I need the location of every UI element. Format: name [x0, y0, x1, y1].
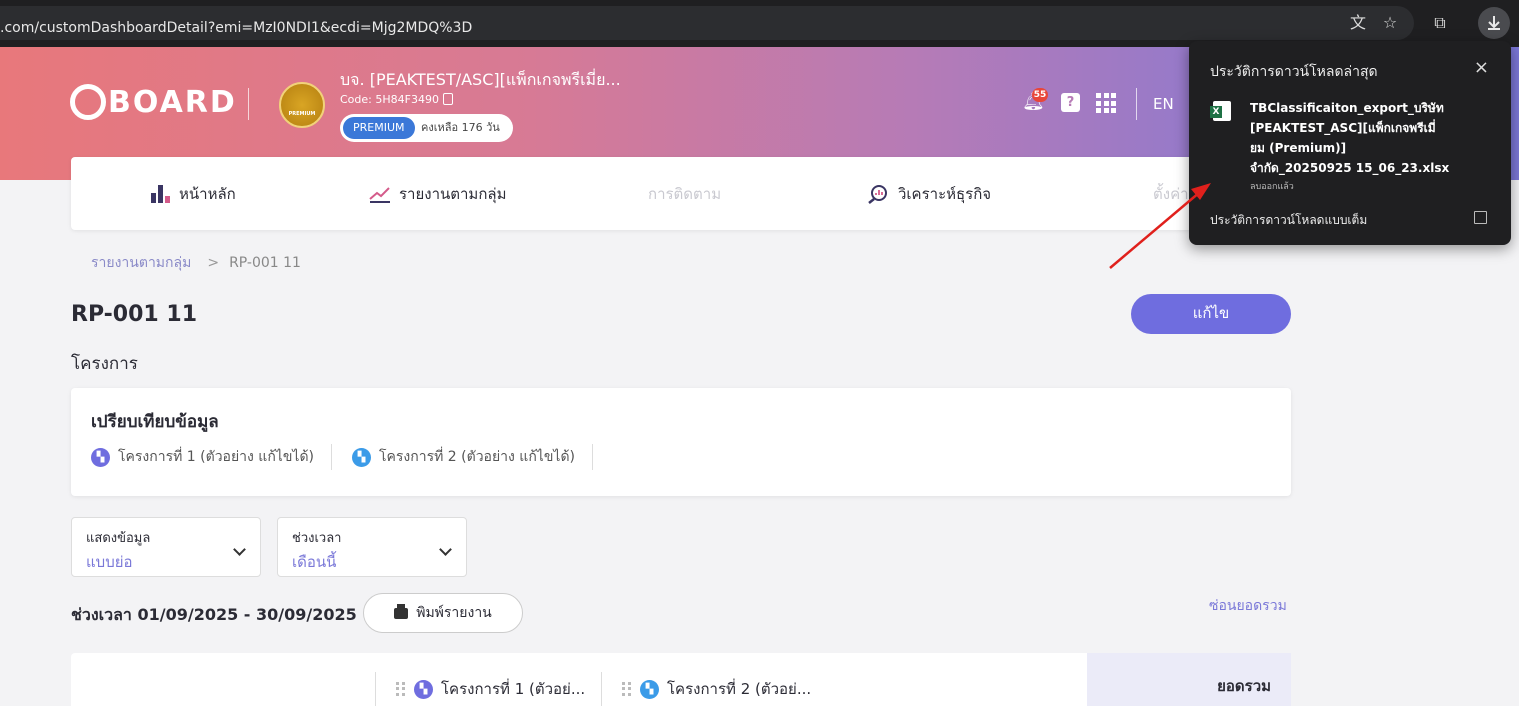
- period-select-label: ช่วงเวลา: [292, 531, 342, 546]
- report-table: ▚ โครงการที่ 1 (ตัวอย่... ▚ โครงการที่ 2…: [71, 653, 1291, 706]
- compare-title: เปรียบเทียบข้อมูล: [91, 412, 219, 432]
- project-icon: ▚: [91, 447, 110, 467]
- table-column-header[interactable]: ▚ โครงการที่ 1 (ตัวอย่...: [396, 673, 585, 705]
- nav-item-settings[interactable]: ตั้งค่า: [1153, 157, 1189, 230]
- translate-icon[interactable]: 文: [1346, 11, 1370, 35]
- drag-handle-icon[interactable]: [396, 682, 406, 696]
- project-icon: ▚: [352, 447, 371, 467]
- download-file-status: ลบออกแล้ว: [1250, 182, 1294, 192]
- download-history-popup: ประวัติการดาวน์โหลดล่าสุด × X TBClassifi…: [1189, 41, 1511, 245]
- header-divider-2: [1136, 88, 1137, 120]
- display-select-value: แบบย่อ: [86, 553, 133, 571]
- project-label: โครงการที่ 1 (ตัวอย่าง แก้ไขได้): [118, 449, 315, 465]
- breadcrumb-separator: >: [207, 255, 220, 271]
- hide-total-link[interactable]: ซ่อนยอดรวม: [1209, 595, 1287, 617]
- compare-card: เปรียบเทียบข้อมูล ▚ โครงการที่ 1 (ตัวอย่…: [71, 388, 1291, 496]
- address-bar[interactable]: .com/customDashboardDetail?emi=MzI0NDI1&…: [0, 6, 1414, 40]
- print-report-label: พิมพ์รายงาน: [416, 604, 492, 620]
- main-nav: หน้าหลัก รายงานตามกลุ่ม การติดตาม วิเครา…: [71, 157, 1291, 230]
- project-icon: ▚: [640, 679, 659, 699]
- browser-toolbar: .com/customDashboardDetail?emi=MzI0NDI1&…: [0, 0, 1519, 47]
- star-icon[interactable]: ☆: [1378, 11, 1402, 35]
- nav-item-label: ตั้งค่า: [1153, 184, 1189, 203]
- total-label: ยอดรวม: [1217, 677, 1271, 695]
- close-icon[interactable]: ×: [1474, 57, 1489, 78]
- magnifier-chart-icon: [868, 184, 887, 204]
- bar-chart-icon: [151, 184, 171, 203]
- help-book-icon[interactable]: ?: [1061, 93, 1080, 112]
- nav-item-home[interactable]: หน้าหลัก: [151, 157, 236, 230]
- nav-item-group-report[interactable]: รายงานตามกลุ่ม: [369, 157, 506, 230]
- section-label: โครงการ: [71, 354, 138, 374]
- plan-remaining: คงเหลือ 176 วัน: [421, 121, 500, 134]
- header-divider: [248, 88, 249, 120]
- trend-line-icon: [369, 186, 390, 203]
- breadcrumb: รายงานตามกลุ่ม > RP-001 11: [91, 252, 301, 274]
- download-file-name[interactable]: TBClassificaiton_export_บริษัท [PEAKTEST…: [1250, 98, 1450, 178]
- print-report-button[interactable]: พิมพ์รายงาน: [363, 593, 523, 633]
- chevron-down-icon: [439, 543, 452, 556]
- nav-item-label: รายงานตามกลุ่ม: [399, 184, 507, 203]
- company-name[interactable]: บจ. [PEAKTEST/ASC][แพ็กเกจพรีเมี่ย...: [340, 68, 621, 93]
- download-icon: [1488, 16, 1500, 30]
- project-icon: ▚: [414, 679, 433, 699]
- url-text[interactable]: .com/customDashboardDetail?emi=MzI0NDI1&…: [0, 20, 472, 36]
- excel-letter: X: [1210, 106, 1222, 118]
- breadcrumb-parent[interactable]: รายงานตามกลุ่ม: [91, 255, 191, 271]
- column-divider: [375, 672, 376, 706]
- display-select[interactable]: แสดงข้อมูล แบบย่อ: [71, 517, 261, 577]
- breadcrumb-current: RP-001 11: [229, 255, 301, 271]
- nav-item-tracking[interactable]: การติดตาม: [648, 157, 721, 230]
- open-external-icon[interactable]: [1474, 211, 1487, 224]
- logo-text: BOARD: [108, 84, 237, 120]
- nav-item-label: วิเคราะห์ธุรกิจ: [898, 184, 992, 203]
- full-download-history-link[interactable]: ประวัติการดาวน์โหลดแบบเต็ม: [1210, 211, 1367, 230]
- board-logo[interactable]: BOARD: [70, 84, 237, 120]
- column-label: โครงการที่ 1 (ตัวอย่...: [441, 680, 586, 698]
- apps-grid-icon[interactable]: [1096, 93, 1116, 113]
- total-column-header: ยอดรวม: [1087, 653, 1291, 706]
- display-select-label: แสดงข้อมูล: [86, 531, 151, 546]
- drag-handle-icon[interactable]: [622, 682, 632, 696]
- table-column-header[interactable]: ▚ โครงการที่ 2 (ตัวอย่...: [622, 673, 811, 705]
- excel-file-icon: X: [1210, 101, 1231, 121]
- nav-item-label: การติดตาม: [648, 184, 722, 203]
- nav-item-analysis[interactable]: วิเคราะห์ธุรกิจ: [868, 157, 991, 230]
- project-label: โครงการที่ 2 (ตัวอย่าง แก้ไขได้): [379, 449, 576, 465]
- language-switch[interactable]: EN: [1153, 95, 1174, 113]
- popup-title: ประวัติการดาวน์โหลดล่าสุด: [1210, 64, 1378, 80]
- divider: [331, 444, 332, 470]
- notification-count: 55: [1032, 88, 1048, 102]
- copy-icon[interactable]: [443, 93, 453, 105]
- crown-label: PREMIUM: [288, 111, 316, 117]
- chevron-down-icon: [233, 543, 246, 556]
- extensions-icon[interactable]: ⧉: [1428, 11, 1452, 35]
- premium-crown-avatar: PREMIUM: [279, 82, 325, 128]
- company-code: Code: 5H84F3490: [340, 93, 439, 106]
- column-label: โครงการที่ 2 (ตัวอย่...: [667, 680, 812, 698]
- period-select-value: เดือนนี้: [292, 553, 337, 571]
- column-divider: [601, 672, 602, 706]
- period-select[interactable]: ช่วงเวลา เดือนนี้: [277, 517, 467, 577]
- printer-icon: [394, 603, 409, 619]
- divider: [592, 444, 593, 470]
- download-button[interactable]: [1478, 7, 1510, 39]
- period-range: ช่วงเวลา 01/09/2025 - 30/09/2025: [71, 605, 357, 624]
- edit-button[interactable]: แก้ไข: [1131, 294, 1291, 334]
- logo-q-icon: [70, 84, 106, 120]
- plan-pill: PREMIUM คงเหลือ 176 วัน: [340, 114, 513, 142]
- nav-item-label: หน้าหลัก: [179, 184, 236, 203]
- page-title: RP-001 11: [71, 302, 198, 327]
- project-chip-1[interactable]: ▚ โครงการที่ 1 (ตัวอย่าง แก้ไขได้): [91, 444, 314, 470]
- project-chip-2[interactable]: ▚ โครงการที่ 2 (ตัวอย่าง แก้ไขได้): [352, 444, 575, 470]
- premium-badge: PREMIUM: [343, 117, 415, 139]
